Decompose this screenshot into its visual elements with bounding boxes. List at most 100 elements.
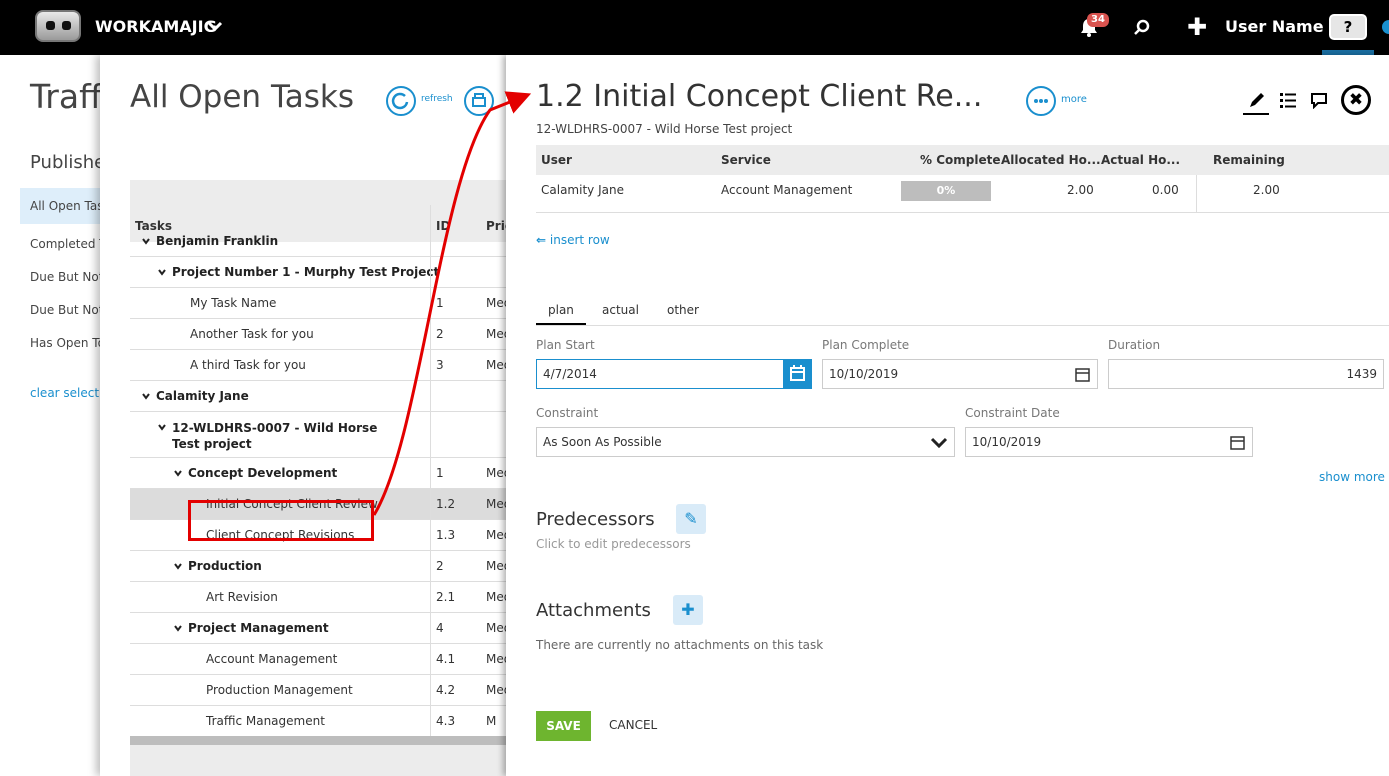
constraint-date-value: 10/10/2019 <box>972 435 1042 449</box>
task-row[interactable]: Another Task for you 2 Med <box>130 319 506 350</box>
predecessors-hint[interactable]: Click to edit predecessors <box>536 537 691 551</box>
print-icon <box>472 93 486 107</box>
chevron-down-icon[interactable] <box>174 562 182 570</box>
duration-label: Duration <box>1108 338 1161 352</box>
task-priority: M <box>486 714 497 728</box>
pencil-icon <box>1250 93 1264 107</box>
task-id: 2 <box>436 327 444 341</box>
task-row[interactable]: A third Task for you 3 Med <box>130 350 506 381</box>
task-group-row[interactable]: Production 2 Med <box>130 551 506 582</box>
plan-complete-field[interactable]: 10/10/2019 <box>822 359 1098 389</box>
insert-row-label: insert row <box>549 233 610 247</box>
refresh-button[interactable] <box>386 86 416 116</box>
edit-predecessors-button[interactable]: ✎ <box>676 504 706 534</box>
horizontal-scrollbar[interactable] <box>130 736 506 745</box>
logo-icon[interactable] <box>35 10 81 42</box>
task-name: Another Task for you <box>190 327 314 341</box>
close-icon[interactable]: ✖ <box>1341 85 1371 115</box>
print-button[interactable] <box>464 86 494 116</box>
user-menu[interactable]: User Name <box>1225 17 1324 36</box>
plan-start-calendar-button[interactable] <box>783 359 812 389</box>
comment-icon[interactable] <box>1310 91 1328 109</box>
ellipsis-icon <box>1034 99 1048 103</box>
plan-start-field[interactable]: 4/7/2014 <box>536 359 812 389</box>
chevron-down-icon[interactable] <box>158 423 166 431</box>
grid-footer <box>130 745 506 776</box>
chevron-down-icon <box>930 437 948 449</box>
page-title: Traff <box>30 77 102 116</box>
task-group-row[interactable]: Calamity Jane <box>130 381 506 412</box>
task-name: Production <box>188 559 262 573</box>
chevron-down-icon[interactable] <box>174 624 182 632</box>
tab-other[interactable]: other <box>667 303 699 317</box>
task-priority: Med <box>486 559 506 573</box>
view-item-due-but-not-2[interactable]: Due But Not <box>20 292 110 328</box>
task-row[interactable]: Production Management 4.2 Med <box>130 675 506 706</box>
task-group-row[interactable]: Benjamin Franklin <box>130 226 506 257</box>
chevron-down-icon[interactable] <box>142 392 150 400</box>
task-priority: Med <box>486 528 506 542</box>
more-label[interactable]: more <box>1061 94 1087 105</box>
task-group-row[interactable]: Concept Development 1 Med <box>130 458 506 489</box>
calendar-icon[interactable] <box>1075 367 1090 382</box>
save-button[interactable]: SAVE <box>536 711 591 741</box>
task-name: Account Management <box>206 652 338 666</box>
task-group-row[interactable]: 12-WLDHRS-0007 - Wild Horse Test project <box>130 412 506 458</box>
tab-actual[interactable]: actual <box>602 303 639 317</box>
task-row[interactable]: Traffic Management 4.3 M <box>130 706 506 737</box>
search-icon[interactable] <box>1133 18 1151 36</box>
show-more-link[interactable]: show more <box>1319 470 1385 484</box>
plus-icon[interactable]: ✚ <box>1187 14 1207 40</box>
more-button[interactable] <box>1026 86 1056 116</box>
task-id: 4.2 <box>436 683 456 697</box>
header-user: User <box>541 153 572 167</box>
task-project-subtitle: 12-WLDHRS-0007 - Wild Horse Test project <box>536 122 793 136</box>
header-pct-complete: % Complete <box>920 153 1001 167</box>
pct-complete-bar: 0% <box>901 181 991 201</box>
published-heading: Publishe <box>30 152 106 173</box>
task-group-row[interactable]: Project Management 4 Med <box>130 613 506 644</box>
view-item-completed[interactable]: Completed T <box>20 226 110 262</box>
duration-field[interactable]: 1439 <box>1108 359 1384 389</box>
chevron-down-icon[interactable] <box>174 469 182 477</box>
constraint-value: As Soon As Possible <box>543 435 662 449</box>
assignment-row[interactable]: Calamity Jane Account Management 0% 2.00… <box>536 175 1389 213</box>
list-icon[interactable] <box>1278 91 1298 109</box>
task-row[interactable]: Art Revision 2.1 Med <box>130 582 506 613</box>
task-name: Benjamin Franklin <box>156 234 279 248</box>
add-attachment-button[interactable]: ✚ <box>673 595 703 625</box>
clear-selection-link[interactable]: clear selecti <box>30 386 102 400</box>
task-row[interactable]: My Task Name 1 Med <box>130 288 506 319</box>
task-name: Traffic Management <box>206 714 325 728</box>
chevron-down-icon[interactable] <box>158 268 166 276</box>
insert-row-link[interactable]: ⇐ insert row <box>536 233 610 247</box>
task-priority: Med <box>486 466 506 480</box>
task-id: 1.2 <box>436 497 456 511</box>
header-allocated-hours: Allocated Ho... <box>1001 153 1101 167</box>
edit-tab[interactable] <box>1243 89 1269 115</box>
task-id: 3 <box>436 358 444 372</box>
cancel-button[interactable]: CANCEL <box>609 718 657 732</box>
assignment-table-header: User Service % Complete Allocated Ho... … <box>536 145 1389 175</box>
pencil-icon: ✎ <box>684 509 698 528</box>
task-id: 4.1 <box>436 652 456 666</box>
calendar-icon[interactable] <box>1230 435 1245 450</box>
task-name: Art Revision <box>206 590 278 604</box>
app-name[interactable]: WORKAMAJIG <box>95 17 217 36</box>
constraint-select[interactable]: As Soon As Possible <box>536 427 955 457</box>
constraint-date-field[interactable]: 10/10/2019 <box>965 427 1253 457</box>
task-name: 12-WLDHRS-0007 - Wild Horse Test project <box>172 421 378 451</box>
chevron-down-icon[interactable] <box>142 237 150 245</box>
task-id: 2 <box>436 559 444 573</box>
view-item-all-open-tasks[interactable]: All Open Tas <box>20 188 110 224</box>
help-icon[interactable]: ? <box>1329 14 1367 40</box>
chevron-down-icon[interactable] <box>206 14 224 38</box>
refresh-label[interactable]: refresh <box>421 94 453 104</box>
view-item-has-open[interactable]: Has Open To <box>20 325 110 361</box>
task-name: Project Number 1 - Murphy Test Project <box>172 265 440 279</box>
tab-plan[interactable]: plan <box>548 303 574 317</box>
task-row[interactable]: Account Management 4.1 Med <box>130 644 506 675</box>
view-item-due-but-not-1[interactable]: Due But Not <box>20 259 110 295</box>
task-title: 1.2 Initial Concept Client Re... <box>536 79 983 114</box>
task-group-row[interactable]: Project Number 1 - Murphy Test Project <box>130 257 506 288</box>
